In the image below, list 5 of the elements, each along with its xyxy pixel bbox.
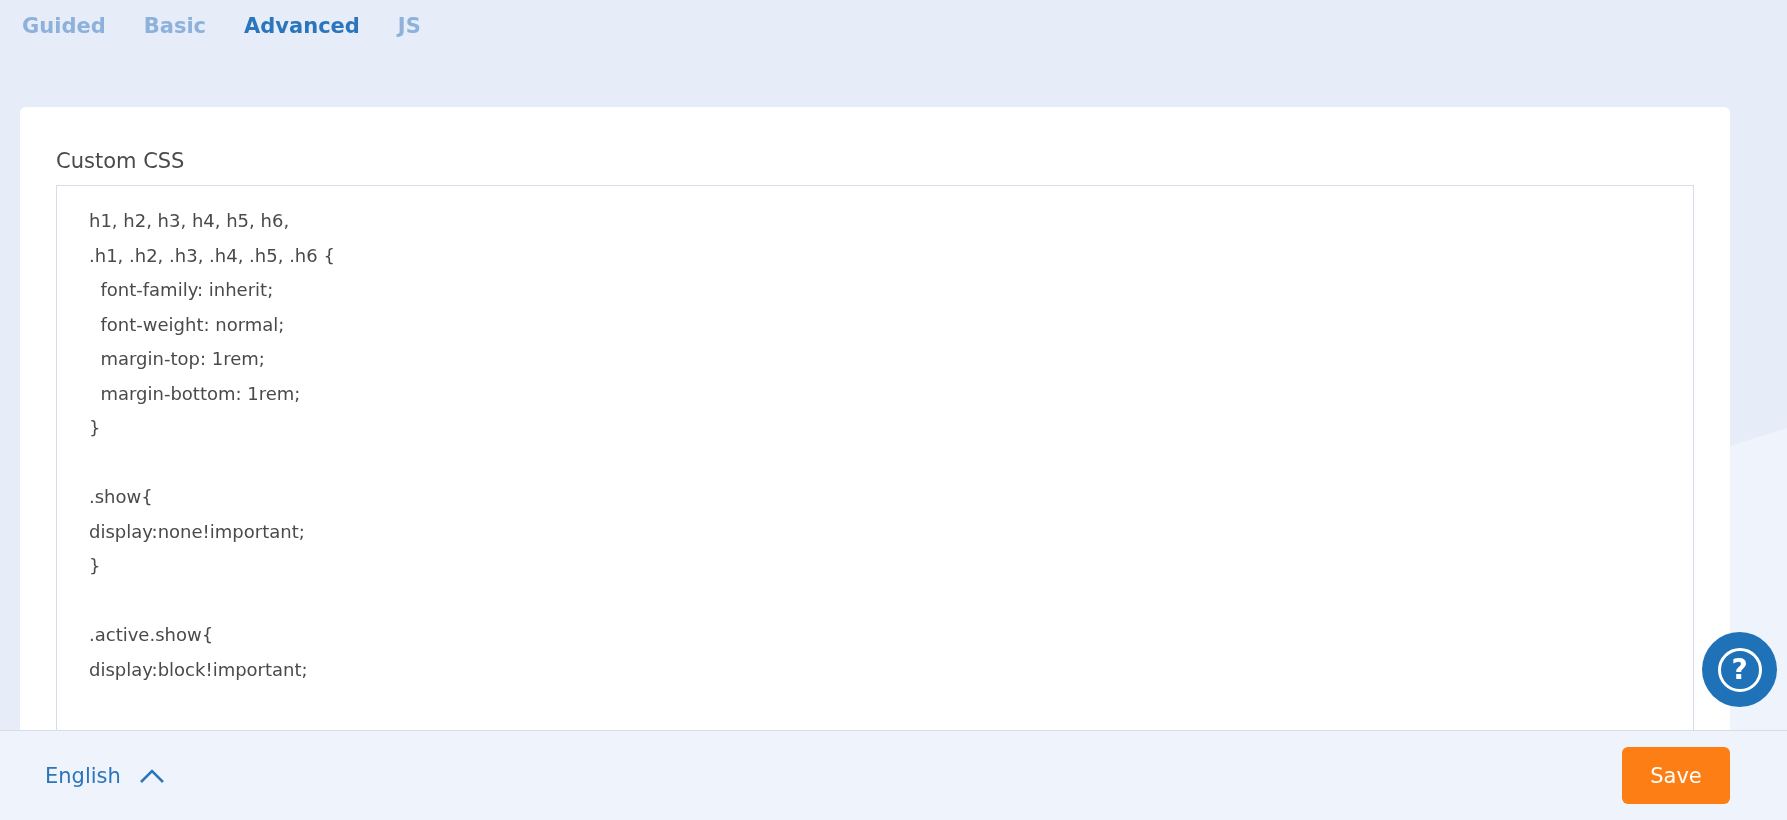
tab[interactable]: Advanced: [244, 10, 360, 42]
caret-icon: [138, 767, 165, 784]
save-button[interactable]: Save: [1622, 747, 1730, 804]
language-selector[interactable]: English: [45, 763, 165, 788]
field-label: Custom CSS: [56, 149, 186, 173]
